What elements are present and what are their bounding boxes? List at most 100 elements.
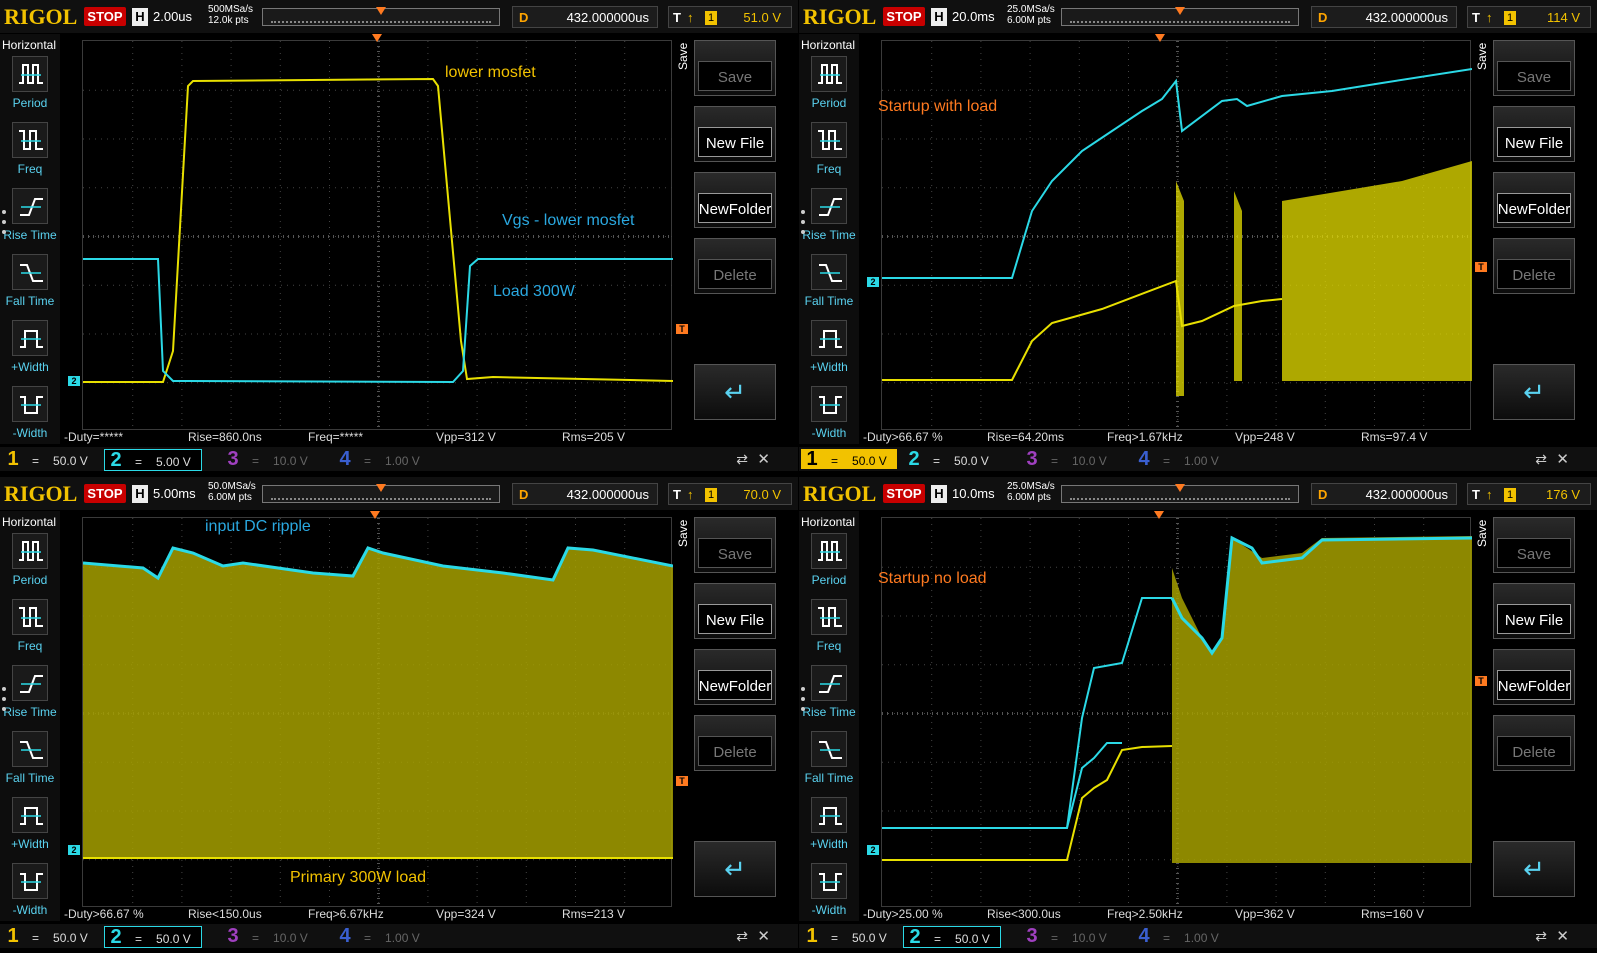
run-stop-button[interactable]: STOP (84, 7, 126, 26)
back-button[interactable]: ↵ (1493, 364, 1575, 420)
fall-time-icon (811, 731, 847, 767)
button-save[interactable]: Save (694, 517, 776, 573)
back-button[interactable]: ↵ (694, 841, 776, 897)
menu-item-fall-time[interactable]: Fall Time (0, 731, 60, 795)
menu-item-freq[interactable]: Freq (799, 599, 859, 663)
menu-item-label: +Width (810, 837, 848, 851)
channel-4-setting[interactable]: 4 = 1.00 V (1133, 926, 1229, 946)
memory-overview-strip[interactable] (1061, 7, 1299, 26)
channel-4-setting[interactable]: 4 = 1.00 V (334, 449, 430, 469)
horizontal-timebase[interactable]: H 20.0ms (931, 8, 995, 26)
menu-item-period[interactable]: Period (799, 56, 859, 120)
menu-item-rise-time[interactable]: Rise Time (0, 665, 60, 729)
channel-bar: 1 = 50.0 V 2 = 50.0 V 3 = 10.0 V 4 = 1.00 V ⇄ ✕ (0, 924, 798, 948)
menu-item-plus-width[interactable]: +Width (0, 797, 60, 861)
save-menu: Save Save New File NewFolder Delete ↵ (1475, 515, 1579, 905)
trigger-box[interactable]: T ↑ 1 51.0 V (668, 6, 792, 28)
back-button[interactable]: ↵ (1493, 841, 1575, 897)
button-save[interactable]: Save (1493, 517, 1575, 573)
channel-number: 1 (7, 925, 19, 947)
back-button[interactable]: ↵ (694, 364, 776, 420)
menu-item-period[interactable]: Period (0, 533, 60, 597)
button-label: Save (1516, 69, 1552, 86)
channel-2-setting[interactable]: 2 = 50.0 V (903, 449, 999, 469)
trigger-level-marker: T (1475, 262, 1487, 272)
button-newfolder[interactable]: NewFolder (694, 649, 776, 705)
button-newfolder[interactable]: NewFolder (1493, 172, 1575, 228)
channel-1-setting[interactable]: 1 = 50.0 V (801, 926, 897, 946)
trigger-box[interactable]: T ↑ 1 70.0 V (668, 483, 792, 505)
menu-item-minus-width[interactable]: -Width (799, 386, 859, 450)
button-delete[interactable]: Delete (1493, 715, 1575, 771)
horizontal-timebase[interactable]: H 5.00ms (132, 485, 196, 503)
delay-box[interactable]: D 432.000000us (512, 483, 658, 505)
menu-item-freq[interactable]: Freq (0, 599, 60, 663)
button-newfolder[interactable]: NewFolder (694, 172, 776, 228)
channel-2-setting[interactable]: 2 = 50.0 V (104, 926, 202, 948)
return-arrow-icon: ↵ (1523, 377, 1545, 407)
memory-overview-strip[interactable] (262, 484, 500, 503)
delay-box[interactable]: D 432.000000us (512, 6, 658, 28)
menu-item-freq[interactable]: Freq (799, 122, 859, 186)
button-save[interactable]: Save (694, 40, 776, 96)
measurement-value: Rise<300.0us (987, 907, 1061, 921)
menu-item-fall-time[interactable]: Fall Time (0, 254, 60, 318)
channel-4-setting[interactable]: 4 = 1.00 V (334, 926, 430, 946)
channel-3-setting[interactable]: 3 = 10.0 V (1021, 926, 1117, 946)
menu-item-period[interactable]: Period (0, 56, 60, 120)
speaker-mute-icon[interactable]: ✕ (757, 927, 770, 945)
freq-icon (811, 122, 847, 158)
delay-box[interactable]: D 432.000000us (1311, 483, 1457, 505)
button-new-file[interactable]: New File (1493, 106, 1575, 162)
speaker-mute-icon[interactable]: ✕ (1556, 450, 1569, 468)
channel-1-setting[interactable]: 1 = 50.0 V (801, 449, 897, 469)
channel-2-setting[interactable]: 2 = 5.00 V (104, 449, 202, 471)
channel-scale: 5.00 V (156, 455, 191, 469)
menu-item-minus-width[interactable]: -Width (799, 863, 859, 927)
run-stop-button[interactable]: STOP (883, 484, 925, 503)
button-save[interactable]: Save (1493, 40, 1575, 96)
speaker-mute-icon[interactable]: ✕ (757, 450, 770, 468)
channel-1-setting[interactable]: 1 = 50.0 V (2, 926, 98, 946)
menu-item-plus-width[interactable]: +Width (0, 320, 60, 384)
horizontal-timebase[interactable]: H 2.00us (132, 8, 192, 26)
horizontal-timebase[interactable]: H 10.0ms (931, 485, 995, 503)
run-stop-button[interactable]: STOP (883, 7, 925, 26)
channel-3-setting[interactable]: 3 = 10.0 V (222, 926, 318, 946)
menu-item-rise-time[interactable]: Rise Time (799, 188, 859, 252)
menu-item-period[interactable]: Period (799, 533, 859, 597)
trigger-source-badge: 1 (705, 488, 717, 502)
menu-item-rise-time[interactable]: Rise Time (0, 188, 60, 252)
menu-item-freq[interactable]: Freq (0, 122, 60, 186)
trigger-box[interactable]: T ↑ 1 114 V (1467, 6, 1591, 28)
menu-item-fall-time[interactable]: Fall Time (799, 731, 859, 795)
menu-item-plus-width[interactable]: +Width (799, 320, 859, 384)
menu-item-minus-width[interactable]: -Width (0, 386, 60, 450)
memory-overview-strip[interactable] (262, 7, 500, 26)
button-delete[interactable]: Delete (1493, 238, 1575, 294)
channel-3-setting[interactable]: 3 = 10.0 V (1021, 449, 1117, 469)
top-bar: RIGOL STOP H 20.0ms 25.0MSa/s 6.00M pts D 432.0… (799, 0, 1597, 33)
button-newfolder[interactable]: NewFolder (1493, 649, 1575, 705)
channel-1-setting[interactable]: 1 = 50.0 V (2, 449, 98, 469)
menu-item-rise-time[interactable]: Rise Time (799, 665, 859, 729)
menu-item-minus-width[interactable]: -Width (0, 863, 60, 927)
memory-overview-strip[interactable] (1061, 484, 1299, 503)
menu-item-fall-time[interactable]: Fall Time (799, 254, 859, 318)
channel-3-setting[interactable]: 3 = 10.0 V (222, 449, 318, 469)
speaker-mute-icon[interactable]: ✕ (1556, 927, 1569, 945)
delay-box[interactable]: D 432.000000us (1311, 6, 1457, 28)
button-delete[interactable]: Delete (694, 715, 776, 771)
menu-item-plus-width[interactable]: +Width (799, 797, 859, 861)
channel-2-setting[interactable]: 2 = 50.0 V (903, 926, 1001, 948)
acquisition-info: 50.0MSa/s 6.00M pts (208, 481, 256, 503)
trigger-box[interactable]: T ↑ 1 176 V (1467, 483, 1591, 505)
run-stop-button[interactable]: STOP (84, 484, 126, 503)
button-delete[interactable]: Delete (694, 238, 776, 294)
button-new-file[interactable]: New File (694, 106, 776, 162)
top-bar: RIGOL STOP H 2.00us 500MSa/s 12.0k pts D 432.00… (0, 0, 798, 33)
button-new-file[interactable]: New File (694, 583, 776, 639)
button-new-file[interactable]: New File (1493, 583, 1575, 639)
channel-4-setting[interactable]: 4 = 1.00 V (1133, 449, 1229, 469)
memory-depth: 12.0k pts (208, 15, 249, 26)
